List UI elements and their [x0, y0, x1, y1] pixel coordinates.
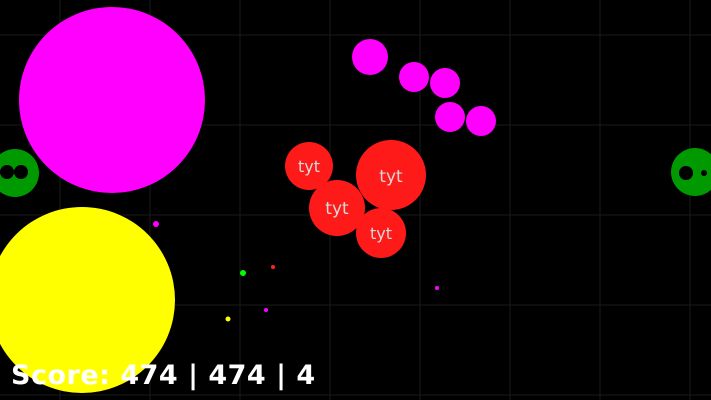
- player-cell[interactable]: tyt: [356, 140, 426, 210]
- svg-text:tyt: tyt: [325, 199, 349, 219]
- game-canvas[interactable]: tyt tyt tyt tyt: [0, 0, 711, 400]
- green-cell-right: [671, 148, 711, 196]
- score-display: Score: 474 | 474 | 4: [11, 360, 316, 391]
- enemy-cell-magenta-large: [19, 7, 205, 193]
- player-cell[interactable]: tyt: [356, 208, 406, 258]
- svg-text:tyt: tyt: [370, 224, 392, 243]
- food-pellet: [225, 316, 231, 322]
- green-cell-left: [0, 149, 39, 197]
- food-pellet: [240, 270, 246, 276]
- enemy-cell-magenta-small: [352, 39, 388, 75]
- food-pellet: [271, 265, 275, 269]
- food-pellet: [264, 308, 268, 312]
- enemy-cell-magenta-small: [399, 62, 429, 92]
- svg-text:tyt: tyt: [379, 167, 403, 187]
- enemy-cell-magenta-small: [466, 106, 496, 136]
- food-pellet: [435, 286, 439, 290]
- food-pellet: [153, 221, 159, 227]
- enemy-cell-magenta-small: [435, 102, 465, 132]
- svg-text:tyt: tyt: [298, 157, 320, 176]
- enemy-cell-magenta-small: [430, 68, 460, 98]
